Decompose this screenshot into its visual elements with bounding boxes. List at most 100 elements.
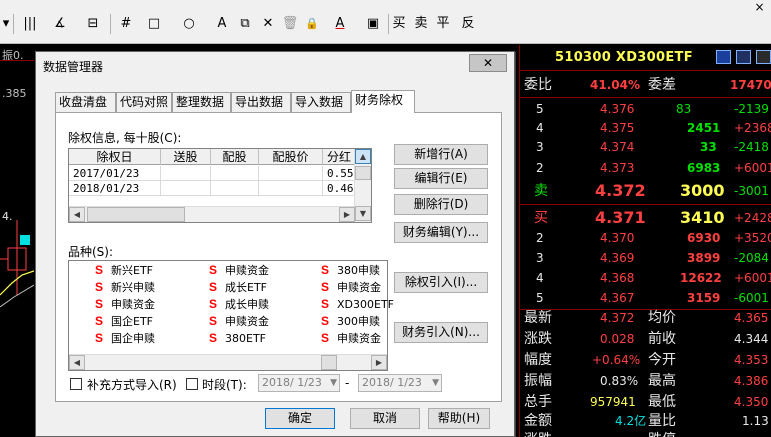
help-button[interactable]: 帮助(H) bbox=[428, 408, 490, 429]
scroll-down-icon[interactable]: ▼ bbox=[355, 206, 371, 221]
variety-list[interactable]: S 新兴ETF S 新兴申赎 S 申赎资金 S 国企ETF S 国企申赎 S 申赎资金 S成… bbox=[68, 260, 394, 371]
table-row[interactable]: 2018/01/23 0.46 bbox=[69, 181, 355, 196]
list-item[interactable]: S 国企ETF bbox=[95, 313, 153, 330]
list-item[interactable]: S 申赎资金 bbox=[321, 279, 381, 296]
column-header[interactable]: 送股 bbox=[161, 149, 211, 165]
bid-volume: 3159 bbox=[687, 291, 721, 305]
list-item[interactable]: S 国企申赎 bbox=[95, 330, 155, 347]
column-header[interactable]: 分红 bbox=[323, 149, 355, 165]
grid-icon[interactable]: # bbox=[115, 14, 137, 34]
list-icon[interactable]: ⊟ bbox=[81, 14, 105, 34]
ask-price: 4.373 bbox=[600, 161, 635, 175]
add-row-button[interactable]: 新增行(A) bbox=[394, 144, 488, 165]
dialog-titlebar[interactable]: 数据管理器 ✕ bbox=[36, 52, 514, 79]
s-icon: S bbox=[321, 331, 330, 345]
candlestick-chart bbox=[0, 220, 34, 308]
cancel-button[interactable]: 取消 bbox=[350, 408, 420, 429]
close-position-button[interactable]: 平 bbox=[435, 14, 451, 34]
column-header[interactable]: 除权日 bbox=[69, 149, 161, 165]
buy-button[interactable]: 买 bbox=[391, 14, 407, 34]
list-item-label: 300申赎 bbox=[337, 315, 381, 328]
bid-row[interactable]: 5 4.367 3159 -6001 bbox=[520, 286, 771, 310]
financial-import-button[interactable]: 财务引入(N)... bbox=[394, 322, 488, 343]
list-item[interactable]: S 成长ETF bbox=[209, 279, 267, 296]
financial-edit-button[interactable]: 财务编辑(Y)... bbox=[394, 222, 488, 243]
ask-row[interactable]: 2 4.373 6983 +6001 bbox=[520, 156, 771, 180]
scroll-thumb[interactable] bbox=[321, 355, 337, 370]
list-item[interactable]: S 申赎资金 bbox=[95, 296, 155, 313]
trash-icon[interactable]: 🗑 bbox=[281, 14, 299, 34]
tab-organize-data[interactable]: 整理数据 bbox=[172, 92, 231, 112]
column-header[interactable]: 配股 bbox=[211, 149, 259, 165]
tab-import-data[interactable]: 导入数据 bbox=[291, 92, 351, 112]
font-color-icon[interactable]: A bbox=[328, 14, 352, 34]
chart-panel[interactable]: 振0. .385 4. bbox=[0, 45, 34, 437]
list-item[interactable]: S 380申赎 bbox=[321, 262, 380, 279]
calendar-dropdown-icon[interactable]: ▼ bbox=[432, 375, 439, 391]
tab-financial-exright[interactable]: 财务除权 bbox=[351, 90, 415, 113]
close-icon[interactable]: ✕ bbox=[469, 54, 507, 72]
table-cell bbox=[161, 166, 211, 181]
ok-button[interactable]: 确定 bbox=[265, 408, 335, 429]
circle-icon[interactable]: ○ bbox=[178, 14, 200, 34]
rectangle-icon[interactable]: □ bbox=[143, 14, 165, 34]
scroll-thumb[interactable] bbox=[87, 207, 185, 222]
lock-icon[interactable]: 🔒 bbox=[303, 14, 321, 34]
calendar-dropdown-icon[interactable]: ▼ bbox=[330, 375, 337, 391]
column-header[interactable]: 配股价 bbox=[259, 149, 323, 165]
scroll-right-icon[interactable]: ▶ bbox=[371, 355, 387, 370]
delete-row-button[interactable]: 删除行(D) bbox=[394, 194, 488, 215]
scroll-up-icon[interactable]: ▲ bbox=[355, 149, 371, 164]
text-icon[interactable]: A bbox=[213, 14, 231, 34]
table-row[interactable]: 2017/01/23 0.55 bbox=[69, 166, 355, 181]
list-item[interactable]: S 申赎资金 bbox=[209, 313, 269, 330]
close-icon[interactable]: × bbox=[748, 0, 771, 14]
reverse-button[interactable]: 反 bbox=[457, 14, 479, 34]
horizontal-scrollbar[interactable]: ◀ ▶ bbox=[69, 206, 355, 222]
s-icon: S bbox=[95, 297, 104, 311]
date-to-picker[interactable]: 2018/ 1/23 ▼ bbox=[358, 374, 442, 392]
angle-icon[interactable]: ∡ bbox=[47, 14, 73, 34]
bar-chart-icon[interactable]: ||| bbox=[17, 14, 43, 34]
supplement-import-checkbox[interactable] bbox=[70, 378, 82, 390]
copy-icon[interactable]: ⧉ bbox=[236, 14, 254, 34]
tab-export-data[interactable]: 导出数据 bbox=[231, 92, 291, 112]
list-item[interactable]: S 300申赎 bbox=[321, 313, 380, 330]
chart-icon[interactable] bbox=[716, 50, 731, 64]
delete-icon[interactable]: ✕ bbox=[259, 14, 277, 34]
edit-row-button[interactable]: 编辑行(E) bbox=[394, 168, 488, 189]
save-icon[interactable]: ▣ bbox=[360, 14, 386, 34]
tab-code-map[interactable]: 代码对照 bbox=[116, 92, 172, 112]
best-ask-row[interactable]: 卖 4.372 3000 -3001 bbox=[520, 178, 771, 204]
period-checkbox[interactable] bbox=[186, 378, 198, 390]
settings-icon[interactable] bbox=[756, 50, 771, 64]
sell-button[interactable]: 卖 bbox=[413, 14, 429, 34]
toolbar-divider bbox=[110, 14, 111, 34]
scroll-right-icon[interactable]: ▶ bbox=[339, 207, 355, 222]
stat-row: 金额 4.2亿 量比 1.13 bbox=[520, 411, 771, 432]
exright-info-label: 除权信息, 每十股(C): bbox=[68, 131, 182, 145]
stat-label: 金额 bbox=[524, 413, 552, 429]
scroll-left-icon[interactable]: ◀ bbox=[69, 207, 85, 222]
stat-row: 总手 957941 最低 4.350 bbox=[520, 392, 771, 413]
date-from-picker[interactable]: 2018/ 1/23 ▼ bbox=[258, 374, 340, 392]
list-item[interactable]: S 申赎资金 bbox=[321, 330, 381, 347]
list-item[interactable]: S 新兴申赎 bbox=[95, 279, 155, 296]
list-item[interactable]: S 380ETF bbox=[209, 330, 266, 347]
dropdown-arrow-icon[interactable]: ▾ bbox=[1, 14, 11, 34]
diff-label: 委差 bbox=[648, 77, 676, 93]
scroll-left-icon[interactable]: ◀ bbox=[69, 355, 85, 370]
list-item[interactable]: S 申赎资金 bbox=[209, 262, 269, 279]
list-item[interactable]: S 新兴ETF bbox=[95, 262, 153, 279]
horizontal-scrollbar[interactable]: ◀ ▶ bbox=[69, 354, 387, 370]
scroll-thumb[interactable] bbox=[355, 166, 371, 180]
toolbar-divider bbox=[13, 14, 14, 34]
diff-value: 17470 bbox=[730, 78, 771, 92]
exright-import-button[interactable]: 除权引入(I)... bbox=[394, 272, 488, 293]
list-item[interactable]: S 成长申赎 bbox=[209, 296, 269, 313]
list-item[interactable]: S XD300ETF bbox=[321, 296, 394, 313]
signal-icon[interactable] bbox=[736, 50, 751, 64]
exright-table[interactable]: 除权日 送股 配股 配股价 分红 2017/01/23 0.55 2018/01… bbox=[68, 148, 372, 223]
tab-close-clear[interactable]: 收盘清盘 bbox=[55, 92, 116, 112]
vertical-scrollbar[interactable]: ▲ ▼ bbox=[354, 149, 371, 222]
